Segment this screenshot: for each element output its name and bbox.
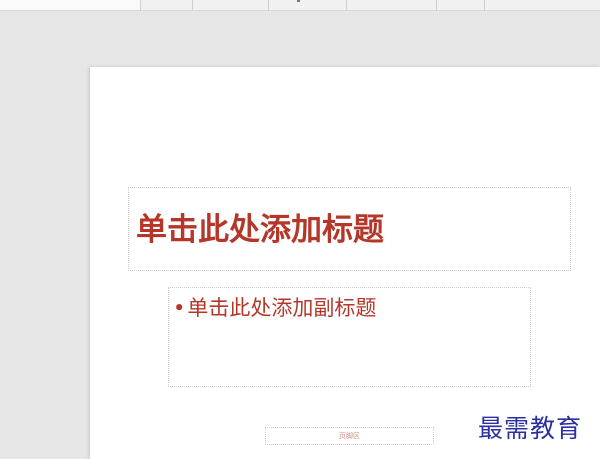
title-placeholder-text: 单击此处添加标题 — [136, 212, 384, 248]
toolbar-segment[interactable] — [140, 0, 193, 10]
toolbar-marker — [297, 0, 300, 2]
toolbar-segment[interactable] — [436, 0, 485, 10]
toolbar-segment[interactable] — [0, 0, 141, 10]
subtitle-placeholder-line: •单击此处添加副标题 — [173, 293, 376, 323]
title-placeholder[interactable]: 单击此处添加标题 — [128, 187, 571, 271]
footer-placeholder-text: 页脚区 — [339, 432, 360, 440]
subtitle-placeholder[interactable]: •单击此处添加副标题 — [168, 287, 531, 387]
bullet-icon: • — [173, 296, 186, 320]
brand-watermark: 最需教育 — [478, 414, 583, 443]
footer-placeholder[interactable]: 页脚区 — [265, 427, 434, 445]
toolbar-segment[interactable] — [192, 0, 269, 10]
ribbon-toolbar-strip — [0, 0, 600, 11]
slide-canvas[interactable]: 单击此处添加标题 •单击此处添加副标题 页脚区 — [90, 67, 600, 459]
toolbar-segment[interactable] — [268, 0, 347, 10]
subtitle-placeholder-text: 单击此处添加副标题 — [187, 296, 377, 320]
toolbar-segment[interactable] — [484, 0, 600, 10]
toolbar-segment[interactable] — [346, 0, 437, 10]
